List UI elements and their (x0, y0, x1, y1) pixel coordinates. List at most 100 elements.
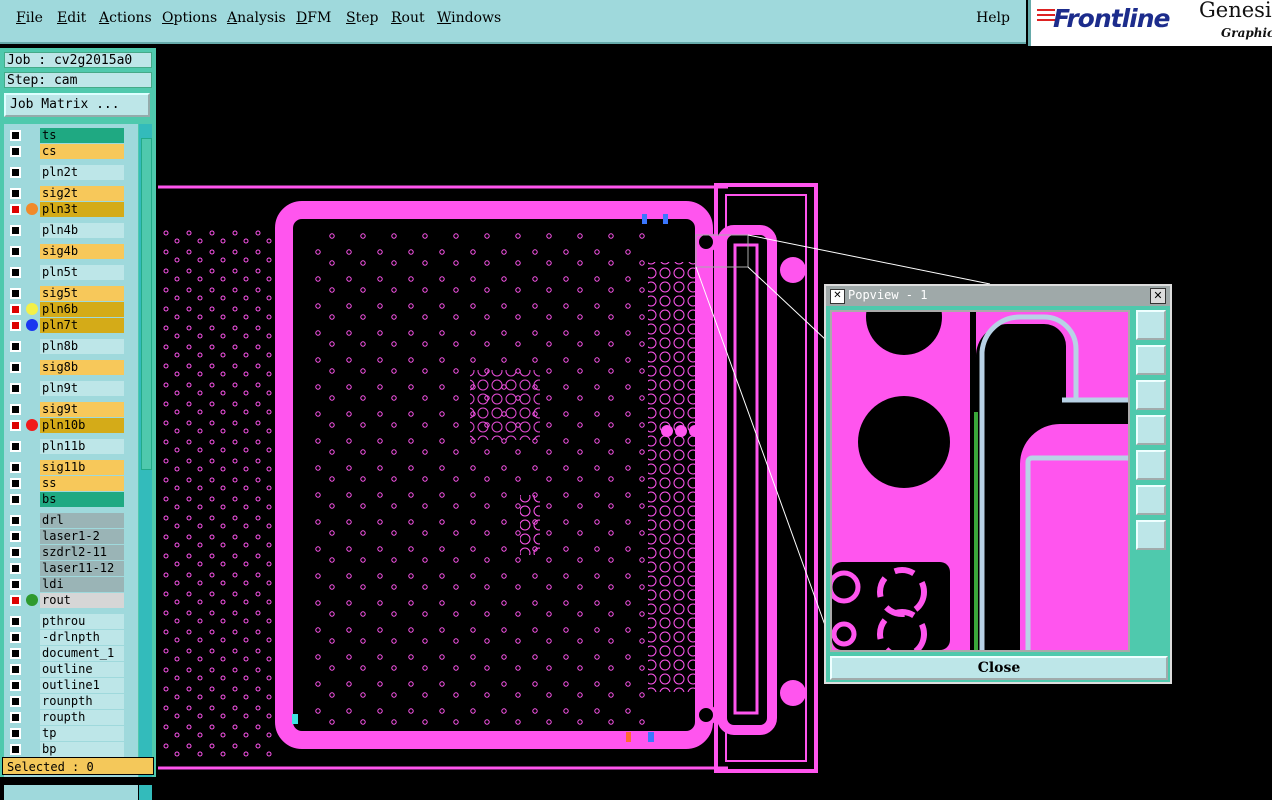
layer-checkbox[interactable] (10, 288, 21, 299)
layer-row-rounpth[interactable]: rounpth (4, 694, 126, 709)
layer-checkbox[interactable] (10, 494, 21, 505)
window-menu-icon[interactable]: ✕ (830, 289, 845, 304)
menu-actions[interactable]: Actions (99, 10, 152, 26)
layer-row-pthrou[interactable]: pthrou (4, 614, 126, 629)
layer-checkbox[interactable] (10, 696, 21, 707)
layer-row-pln9t[interactable]: pln9t (4, 381, 126, 396)
menu-help[interactable]: Help (976, 10, 1010, 26)
layer-row-roupth[interactable]: roupth (4, 710, 126, 725)
logo-product: Genesis (1199, 0, 1272, 22)
layer-name: szdrl2-11 (40, 545, 124, 560)
layer-checkbox[interactable] (10, 320, 21, 331)
layer-checkbox[interactable] (10, 304, 21, 315)
layer-row-tp[interactable]: tp (4, 726, 126, 741)
menu-edit[interactable]: Edit (57, 10, 86, 26)
layer-row-szdrl211[interactable]: szdrl2-11 (4, 545, 126, 560)
layer-row-bp[interactable]: bp (4, 742, 126, 757)
layer-checkbox[interactable] (10, 267, 21, 278)
layer-checkbox[interactable] (10, 441, 21, 452)
popview-titlebar[interactable]: ✕ Popview - 1 ✕ (826, 286, 1170, 306)
layer-row-ts[interactable]: ts (4, 128, 126, 143)
popview-canvas[interactable] (830, 310, 1130, 652)
layer-row-ldi[interactable]: ldi (4, 577, 126, 592)
layer-checkbox[interactable] (10, 146, 21, 157)
layer-row-rout[interactable]: rout (4, 593, 126, 608)
layer-checkbox[interactable] (10, 632, 21, 643)
layer-row-cs[interactable]: cs (4, 144, 126, 159)
layer-checkbox[interactable] (10, 579, 21, 590)
pan-right-icon[interactable] (1136, 450, 1166, 480)
zoom-home-icon[interactable] (1136, 310, 1166, 340)
layer-row-laser12[interactable]: laser1-2 (4, 529, 126, 544)
pan-left-icon[interactable] (1136, 415, 1166, 445)
layer-checkbox[interactable] (10, 362, 21, 373)
layer-row-pln6b[interactable]: pln6b (4, 302, 126, 317)
layer-row-drl[interactable]: drl (4, 513, 126, 528)
layer-row-document1[interactable]: document_1 (4, 646, 126, 661)
close-button[interactable]: Close (830, 656, 1168, 680)
layer-checkbox[interactable] (10, 478, 21, 489)
menu-step[interactable]: Step (346, 10, 378, 26)
layer-row-sig11b[interactable]: sig11b (4, 460, 126, 475)
layer-checkbox[interactable] (10, 204, 21, 215)
layer-checkbox[interactable] (10, 462, 21, 473)
menu-file[interactable]: File (16, 10, 43, 26)
layer-row-pln8b[interactable]: pln8b (4, 339, 126, 354)
layer-checkbox[interactable] (10, 547, 21, 558)
layer-checkbox[interactable] (10, 595, 21, 606)
layer-checkbox[interactable] (10, 680, 21, 691)
layer-row-sig8b[interactable]: sig8b (4, 360, 126, 375)
layer-checkbox[interactable] (10, 383, 21, 394)
layer-checkbox[interactable] (10, 420, 21, 431)
menu-rout[interactable]: Rout (391, 10, 425, 26)
layer-row-pln10b[interactable]: pln10b (4, 418, 126, 433)
scrollbar-thumb[interactable] (141, 138, 152, 470)
layer-checkbox[interactable] (10, 246, 21, 257)
layer-row-sig9t[interactable]: sig9t (4, 402, 126, 417)
layer-checkbox[interactable] (10, 167, 21, 178)
layer-checkbox[interactable] (10, 744, 21, 755)
layer-row-sig2t[interactable]: sig2t (4, 186, 126, 201)
menu-dfm[interactable]: DFM (296, 10, 331, 26)
pan-up-icon[interactable] (1136, 345, 1166, 375)
layer-checkbox[interactable] (10, 341, 21, 352)
layer-checkbox[interactable] (10, 728, 21, 739)
step-label: Step: cam (4, 72, 152, 88)
layer-scrollbar[interactable] (139, 124, 152, 800)
layer-checkbox[interactable] (10, 188, 21, 199)
layer-row-outline1[interactable]: outline1 (4, 678, 126, 693)
layer-row-sig4b[interactable]: sig4b (4, 244, 126, 259)
menu-windows[interactable]: Windows (437, 10, 501, 26)
layer-row-bs[interactable]: bs (4, 492, 126, 507)
layer-checkbox[interactable] (10, 515, 21, 526)
layer-checkbox[interactable] (10, 531, 21, 542)
inner-via-field (305, 230, 714, 725)
job-label: Job : cv2g2015a0 (4, 52, 152, 68)
layer-row-pln4b[interactable]: pln4b (4, 223, 126, 238)
layer-checkbox[interactable] (10, 225, 21, 236)
layer-checkbox[interactable] (10, 563, 21, 574)
zoom-in-icon[interactable] (1136, 485, 1166, 515)
layer-row-pln7t[interactable]: pln7t (4, 318, 126, 333)
layer-checkbox[interactable] (10, 648, 21, 659)
layer-checkbox[interactable] (10, 130, 21, 141)
menu-options[interactable]: Options (162, 10, 217, 26)
layer-row-pln5t[interactable]: pln5t (4, 265, 126, 280)
layer-row-laser1112[interactable]: laser11-12 (4, 561, 126, 576)
layer-row-pln11b[interactable]: pln11b (4, 439, 126, 454)
layer-row-pln3t[interactable]: pln3t (4, 202, 126, 217)
pan-down-icon[interactable] (1136, 380, 1166, 410)
layer-checkbox[interactable] (10, 712, 21, 723)
layer-checkbox[interactable] (10, 664, 21, 675)
layer-row-ss[interactable]: ss (4, 476, 126, 491)
job-matrix-button[interactable]: Job Matrix ... (4, 93, 150, 117)
layer-row-pln2t[interactable]: pln2t (4, 165, 126, 180)
layer-checkbox[interactable] (10, 616, 21, 627)
layer-row-sig5t[interactable]: sig5t (4, 286, 126, 301)
menu-analysis[interactable]: Analysis (227, 10, 286, 26)
close-icon[interactable]: ✕ (1150, 288, 1166, 304)
layer-row-drlnpth[interactable]: -drlnpth (4, 630, 126, 645)
zoom-out-icon[interactable] (1136, 520, 1166, 550)
layer-row-outline[interactable]: outline (4, 662, 126, 677)
layer-checkbox[interactable] (10, 404, 21, 415)
